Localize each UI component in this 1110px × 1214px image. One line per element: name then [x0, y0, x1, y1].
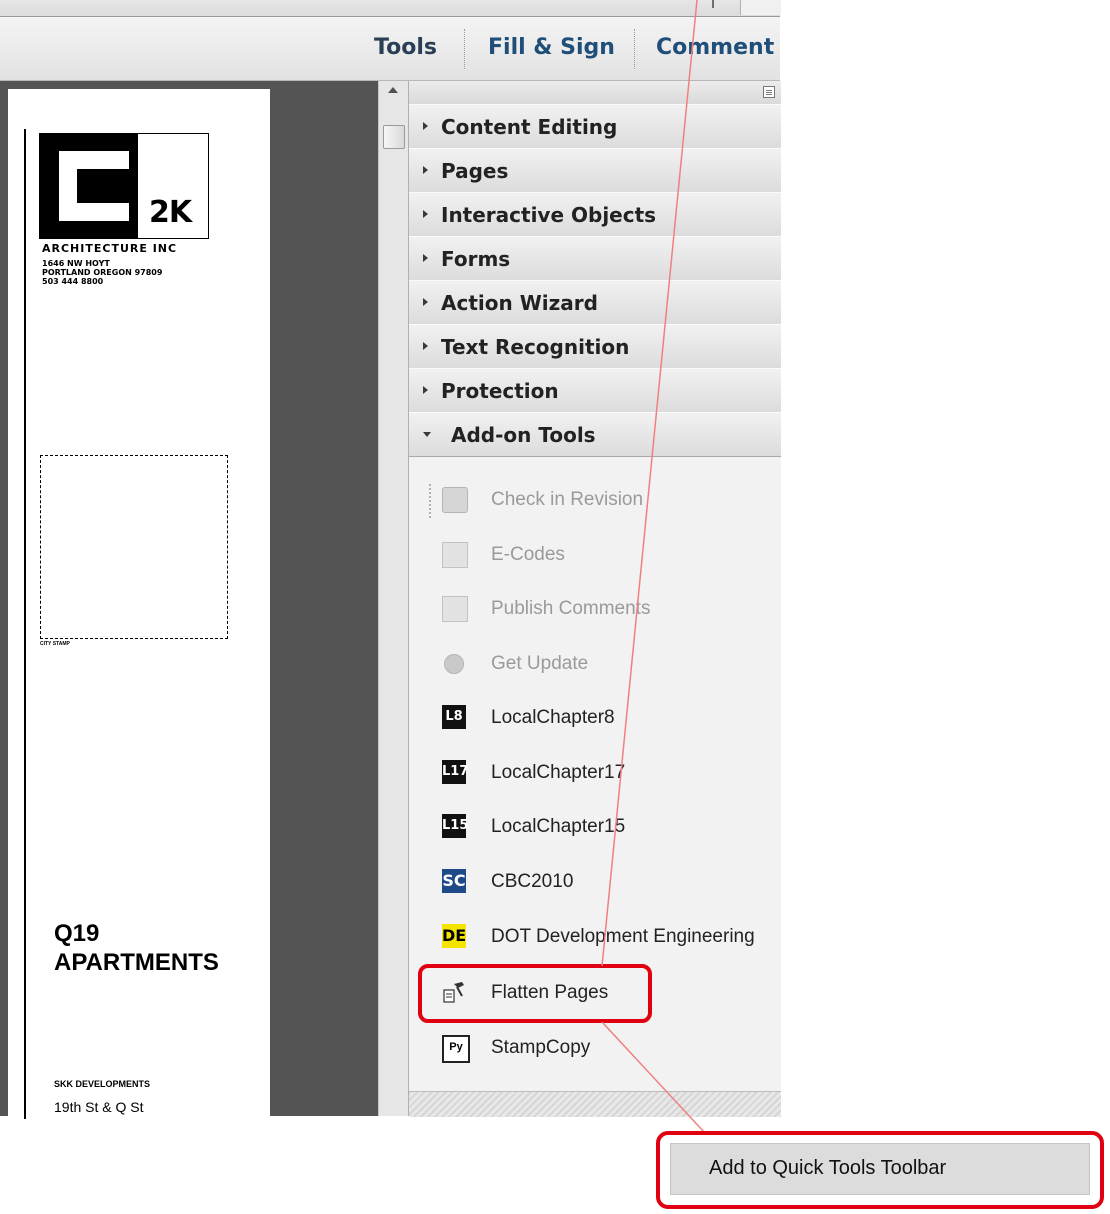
firm-name: ARCHITECTURE INC	[42, 242, 178, 255]
e-codes-icon	[442, 542, 468, 568]
local-chapter-8-icon: L8	[442, 705, 466, 729]
firm-address: 1646 NW HOYT PORTLAND OREGON 97809 503 4…	[42, 259, 163, 286]
expand-arrow-icon	[423, 298, 428, 306]
tool-local-chapter-17[interactable]: L17 LocalChapter17	[409, 754, 781, 794]
tool-label: Get Update	[491, 653, 589, 674]
scroll-thumb[interactable]	[383, 125, 405, 149]
add-to-quick-tools-menu-item[interactable]: Add to Quick Tools Toolbar	[670, 1143, 1090, 1195]
section-label: Protection	[441, 379, 559, 403]
top-strip-marker	[712, 0, 714, 8]
section-label: Pages	[441, 159, 509, 183]
section-action-wizard[interactable]: Action Wizard	[409, 280, 781, 325]
section-interactive-objects[interactable]: Interactive Objects	[409, 192, 781, 237]
tool-check-in-revision[interactable]: Check in Revision	[409, 481, 781, 521]
section-label: Content Editing	[441, 115, 618, 139]
section-label: Action Wizard	[441, 291, 598, 315]
tools-panel: Content Editing Pages Interactive Object…	[408, 81, 781, 1117]
project-address: 19th St & Q St	[54, 1099, 144, 1115]
section-text-recognition[interactable]: Text Recognition	[409, 324, 781, 369]
tool-dot-development-engineering[interactable]: DE DOT Development Engineering	[409, 918, 781, 958]
panel-header	[409, 81, 781, 105]
toolbar-separator	[464, 29, 465, 69]
vertical-scrollbar[interactable]	[378, 81, 409, 1116]
section-add-on-tools[interactable]: Add-on Tools	[409, 412, 781, 457]
tool-label: Publish Comments	[491, 598, 651, 619]
logo-text: 2K	[149, 195, 192, 230]
publish-comments-icon	[442, 596, 468, 622]
window-top-strip	[0, 0, 781, 17]
cbc2010-icon: SC	[442, 869, 466, 893]
section-forms[interactable]: Forms	[409, 236, 781, 281]
expand-arrow-icon	[423, 210, 428, 218]
city-stamp-box	[40, 455, 228, 639]
firm-logo: 2K	[39, 133, 209, 239]
local-chapter-15-icon: L15	[442, 814, 468, 838]
expand-arrow-icon	[423, 166, 428, 174]
check-in-revision-icon	[442, 487, 468, 513]
tool-label: LocalChapter15	[491, 816, 626, 837]
city-stamp-label: CITY STAMP	[40, 641, 70, 647]
get-update-icon	[444, 654, 464, 674]
document-page: 2K ARCHITECTURE INC 1646 NW HOYT PORTLAN…	[8, 89, 270, 1119]
section-content-editing[interactable]: Content Editing	[409, 104, 781, 149]
local-chapter-17-icon: L17	[442, 760, 468, 784]
task-pane-toolbar: Tools Fill & Sign Comment	[0, 17, 780, 81]
top-strip-control	[740, 0, 781, 15]
menu-item-label: Add to Quick Tools Toolbar	[709, 1157, 947, 1179]
flatten-pages-highlight	[418, 964, 652, 1023]
tool-label: DOT Development Engineering	[491, 926, 755, 947]
tool-label: Check in Revision	[491, 489, 644, 510]
tool-e-codes[interactable]: E-Codes	[409, 536, 781, 576]
section-label: Interactive Objects	[441, 203, 657, 227]
developer-name: SKK DEVELOPMENTS	[54, 1079, 151, 1089]
tool-label: LocalChapter8	[491, 707, 615, 728]
section-label: Add-on Tools	[451, 423, 596, 447]
tool-cbc2010[interactable]: SC CBC2010	[409, 863, 781, 903]
expand-arrow-icon	[423, 386, 428, 394]
context-menu: Add to Quick Tools Toolbar	[656, 1131, 1104, 1209]
tool-stamp-copy[interactable]: Py StampCopy	[409, 1029, 781, 1069]
panel-resize-grip[interactable]	[409, 1091, 781, 1117]
project-title: Q19 APARTMENTS	[54, 920, 219, 976]
panel-options-icon[interactable]	[763, 86, 775, 98]
dot-development-engineering-icon: DE	[442, 924, 466, 948]
stamp-copy-icon: Py	[442, 1035, 470, 1063]
drag-grip[interactable]	[429, 484, 435, 518]
tool-local-chapter-8[interactable]: L8 LocalChapter8	[409, 699, 781, 739]
collapse-arrow-icon	[423, 432, 431, 437]
tab-fill-sign[interactable]: Fill & Sign	[488, 35, 615, 60]
expand-arrow-icon	[423, 122, 428, 130]
tool-label: CBC2010	[491, 871, 574, 892]
tool-label: StampCopy	[491, 1037, 591, 1058]
expand-arrow-icon	[423, 342, 428, 350]
tab-comment[interactable]: Comment	[656, 35, 774, 60]
section-label: Forms	[441, 247, 511, 271]
tab-tools[interactable]: Tools	[374, 35, 437, 60]
tool-local-chapter-15[interactable]: L15 LocalChapter15	[409, 808, 781, 848]
scroll-up-arrow-icon[interactable]	[388, 87, 398, 93]
section-pages[interactable]: Pages	[409, 148, 781, 193]
tool-publish-comments[interactable]: Publish Comments	[409, 590, 781, 630]
tool-get-update[interactable]: Get Update	[409, 645, 781, 685]
toolbar-separator	[634, 29, 635, 69]
expand-arrow-icon	[423, 254, 428, 262]
section-protection[interactable]: Protection	[409, 368, 781, 413]
section-label: Text Recognition	[441, 335, 630, 359]
page-border-line	[24, 129, 26, 1119]
tool-label: E-Codes	[491, 544, 565, 565]
tool-label: LocalChapter17	[491, 762, 626, 783]
